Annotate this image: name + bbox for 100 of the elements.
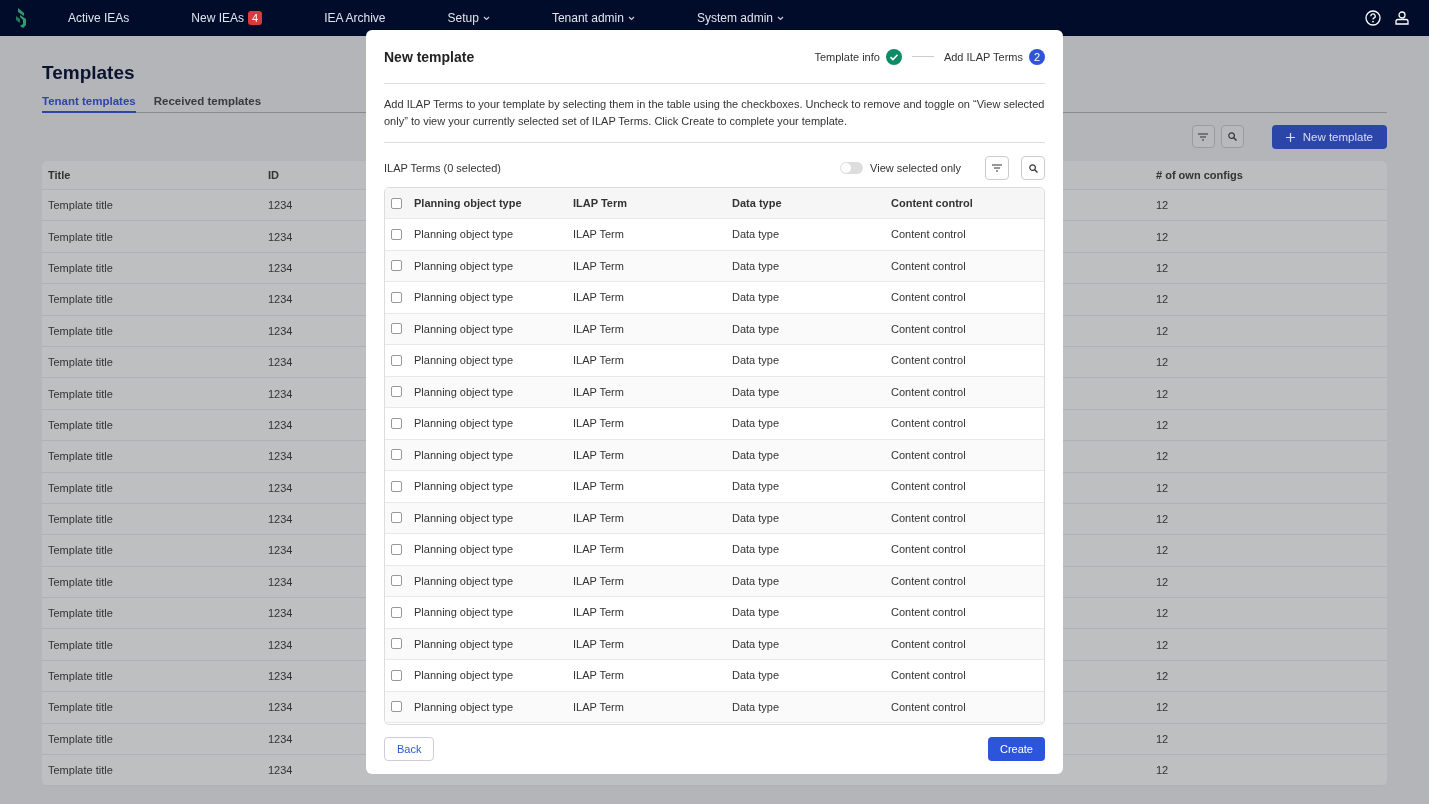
page-title: Templates: [42, 62, 136, 84]
row-checkbox[interactable]: [391, 386, 402, 398]
table-cell-text: Planning object type: [414, 448, 515, 461]
column-header: # of own configs: [1155, 169, 1244, 181]
table-cell-text: Content control: [891, 322, 967, 335]
table-cell-text: 1234: [267, 764, 294, 777]
table-cell-text: Data type: [732, 228, 781, 241]
table-cell-text: 12: [1155, 544, 1170, 557]
nav-item[interactable]: New IEAs 4: [191, 11, 263, 25]
table-cell-text: Template title: [47, 701, 114, 714]
filter-button[interactable]: [1191, 125, 1215, 148]
column-header: ID: [267, 169, 280, 181]
table-cell-text: Content control: [891, 354, 967, 367]
row-checkbox[interactable]: [391, 512, 402, 524]
table-cell-text: Content control: [891, 385, 967, 398]
table-cell-text: 12: [1155, 481, 1170, 494]
search-icon: [1028, 163, 1038, 173]
row-checkbox[interactable]: [391, 449, 402, 461]
table-cell-text: 1234: [267, 261, 294, 274]
table-cell-text: Data type: [732, 322, 781, 335]
table-cell-text: Planning object type: [414, 228, 515, 241]
terms-count-label: ILAP Terms (0 selected): [384, 162, 502, 174]
table-cell-text: 12: [1155, 293, 1170, 306]
table-cell-text: 12: [1155, 261, 1170, 274]
table-cell-text: Planning object type: [414, 385, 515, 398]
row-checkbox[interactable]: [391, 480, 402, 492]
column-header: Data type: [732, 197, 783, 209]
tab[interactable]: Received templates: [153, 93, 262, 113]
table-cell-text: Template title: [47, 607, 114, 620]
row-checkbox[interactable]: [391, 606, 402, 618]
nav-item[interactable]: Active IEAs: [68, 11, 130, 25]
table-cell-text: 1234: [267, 230, 294, 243]
table-cell-text: Planning object type: [414, 259, 515, 272]
user-icon[interactable]: [1395, 11, 1409, 25]
table-cell-text: Content control: [891, 606, 967, 619]
search-button[interactable]: [1220, 125, 1244, 148]
table-cell-text: 12: [1155, 356, 1170, 369]
table-cell-text: Content control: [891, 543, 967, 556]
table-cell-text: 12: [1155, 450, 1170, 463]
table-cell-text: ILAP Term: [573, 448, 625, 461]
table-cell-text: Data type: [732, 259, 781, 272]
table-cell-text: 1234: [267, 732, 294, 745]
table-cell-text: ILAP Term: [573, 259, 625, 272]
row-checkbox[interactable]: [391, 638, 402, 650]
table-cell-text: Template title: [47, 481, 114, 494]
table-cell-text: Content control: [891, 574, 967, 587]
back-button[interactable]: Back: [384, 737, 435, 761]
table-cell-text: Data type: [732, 637, 781, 650]
table-cell-text: Template title: [47, 764, 114, 777]
row-checkbox[interactable]: [391, 575, 402, 587]
table-cell-text: Content control: [891, 448, 967, 461]
help-icon[interactable]: [1365, 10, 1381, 26]
table-cell-text: 12: [1155, 324, 1170, 337]
table-cell-text: Data type: [732, 606, 781, 619]
filter-button[interactable]: [985, 156, 1009, 180]
nav-item[interactable]: System admin: [696, 11, 784, 25]
row-checkbox[interactable]: [391, 669, 402, 681]
table-cell-text: Planning object type: [414, 511, 515, 524]
table-cell-text: Data type: [732, 354, 781, 367]
row-checkbox[interactable]: [391, 543, 402, 555]
row-checkbox[interactable]: [391, 291, 402, 303]
table-cell-text: 1234: [267, 387, 294, 400]
dialog-title: New template: [384, 48, 476, 65]
nav-item[interactable]: Tenant admin: [551, 11, 635, 25]
select-all-checkbox[interactable]: [391, 197, 402, 209]
table-cell-text: Data type: [732, 385, 781, 398]
row-checkbox[interactable]: [391, 260, 402, 272]
row-checkbox[interactable]: [391, 701, 402, 713]
view-selected-toggle[interactable]: [840, 162, 864, 174]
table-cell-text: 1234: [267, 418, 294, 431]
table-cell-text: ILAP Term: [573, 637, 625, 650]
row-checkbox[interactable]: [391, 323, 402, 335]
table-cell-text: Planning object type: [414, 669, 515, 682]
table-cell-text: Content control: [891, 637, 967, 650]
search-button[interactable]: [1021, 156, 1045, 180]
table-cell-text: 1234: [267, 638, 294, 651]
table-cell-text: Template title: [47, 230, 114, 243]
new-template-button[interactable]: New template: [1271, 125, 1387, 149]
nav-item[interactable]: IEA Archive: [324, 11, 386, 25]
table-cell-text: Template title: [47, 450, 114, 463]
table-cell-text: Planning object type: [414, 606, 515, 619]
table-cell-text: Planning object type: [414, 322, 515, 335]
table-cell-text: 12: [1155, 513, 1170, 526]
plus-icon: [1285, 132, 1295, 142]
table-cell-text: 12: [1155, 199, 1170, 212]
table-cell-text: Data type: [732, 480, 781, 493]
create-button[interactable]: Create: [987, 737, 1045, 761]
row-checkbox[interactable]: [391, 228, 402, 240]
instructions-text: Add ILAP Terms to your template by selecting them in the table using the checkboxes. Uncheck to remove and toggle on “View selected only” to view your currently selected set of ILAP Terms. Click Create to complete your template.: [384, 84, 1045, 143]
table-cell-text: Template title: [47, 575, 114, 588]
row-checkbox[interactable]: [391, 417, 402, 429]
row-checkbox[interactable]: [391, 354, 402, 366]
toggle-label: View selected only: [870, 162, 961, 174]
table-cell-text: 1234: [267, 544, 294, 557]
table-cell-text: Data type: [732, 511, 781, 524]
table-cell-text: ILAP Term: [573, 291, 625, 304]
table-cell-text: 1234: [267, 607, 294, 620]
tab[interactable]: Tenant templates: [42, 93, 136, 113]
table-cell-text: ILAP Term: [573, 480, 625, 493]
nav-item[interactable]: Setup: [447, 11, 490, 25]
